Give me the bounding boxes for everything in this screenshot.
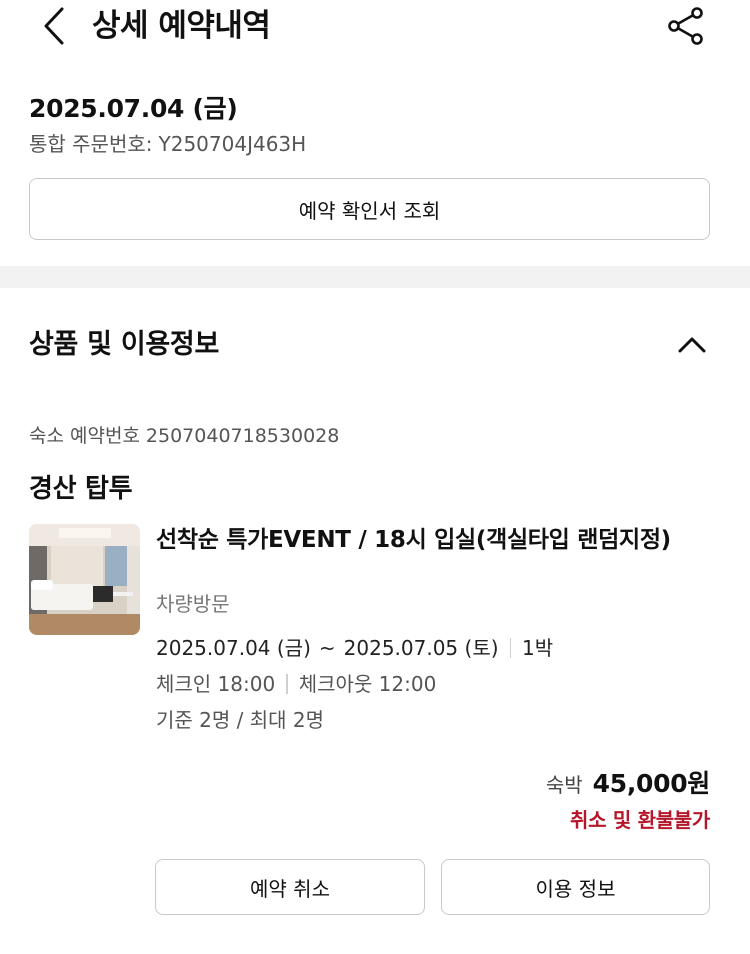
section-title: 상품 및 이용정보 [29,329,219,360]
check-in-time: 체크인 18:00 [156,672,276,696]
price-row: 숙박 45,000원 [546,764,710,800]
order-number-value: Y250704J463H [158,132,307,156]
order-date: 2025.07.04 (금) [29,94,238,123]
reservation-confirmation-button[interactable]: 예약 확인서 조회 [29,178,710,240]
check-out-time: 체크아웃 12:00 [298,672,437,696]
price-amount: 45,000원 [592,769,711,798]
stay-number-value: 2507040718530028 [145,425,340,447]
check-times: 체크인 18:00 체크아웃 12:00 [156,670,436,698]
section-divider [0,266,750,288]
hotel-name: 경산 탑투 [29,474,133,504]
divider [509,638,512,658]
order-number: 통합 주문번호: Y250704J463H [29,130,306,158]
check-out-date: 2025.07.05 (토) [343,636,499,660]
room-name: 선착순 특가EVENT / 18시 입실(객실타입 랜덤지정) [156,527,671,553]
occupancy: 기준 2명 / 최대 2명 [156,708,325,732]
chevron-up-icon [678,337,706,353]
order-number-label: 통합 주문번호: [29,132,153,156]
back-button[interactable] [34,4,74,48]
date-separator: ~ [318,636,336,660]
check-in-date: 2025.07.04 (금) [156,636,311,660]
divider [286,674,288,694]
nights: 1박 [522,636,554,660]
stay-dates: 2025.07.04 (금) ~ 2025.07.05 (토) 1박 [156,634,553,662]
collapse-button[interactable] [674,325,710,365]
stay-reservation-number: 숙소 예약번호 2507040718530028 [29,422,339,450]
cancel-reservation-button[interactable]: 예약 취소 [155,859,425,915]
chevron-left-icon [44,7,64,45]
refund-policy: 취소 및 환불불가 [569,808,710,832]
usage-info-button[interactable]: 이용 정보 [441,859,710,915]
visit-type: 차량방문 [156,592,230,616]
stay-number-label: 숙소 예약번호 [29,425,140,447]
share-button[interactable] [666,4,706,48]
room-thumbnail [29,524,140,635]
share-icon [668,7,703,45]
page-title: 상세 예약내역 [92,8,271,44]
price-label: 숙박 [545,773,583,797]
app-header: 상세 예약내역 [0,0,750,58]
